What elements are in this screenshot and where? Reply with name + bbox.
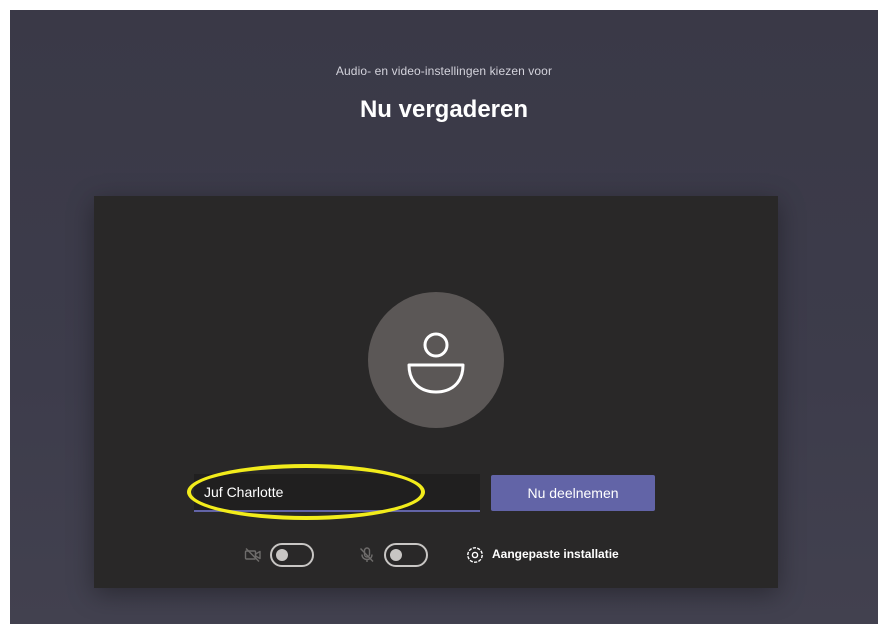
device-controls: Aangepaste installatie [94, 542, 778, 568]
avatar [368, 292, 504, 428]
name-input[interactable] [204, 474, 470, 510]
microphone-toggle-knob [390, 549, 402, 561]
prejoin-panel: Nu deelnemen Aan [94, 196, 778, 588]
gear-icon[interactable] [466, 546, 484, 564]
custom-setup-link[interactable]: Aangepaste installatie [492, 547, 619, 561]
meeting-title: Nu vergaderen [359, 96, 529, 123]
app-window: Audio- en video-instellingen kiezen voor… [10, 10, 878, 624]
camera-off-icon [244, 548, 261, 562]
join-now-button[interactable]: Nu deelnemen [491, 475, 655, 511]
name-field[interactable] [194, 474, 480, 512]
prejoin-subtitle: Audio- en video-instellingen kiezen voor [335, 64, 553, 78]
camera-toggle[interactable] [270, 543, 314, 567]
mic-off-icon [359, 547, 374, 562]
microphone-toggle[interactable] [384, 543, 428, 567]
person-icon [407, 332, 465, 394]
camera-toggle-knob [276, 549, 288, 561]
